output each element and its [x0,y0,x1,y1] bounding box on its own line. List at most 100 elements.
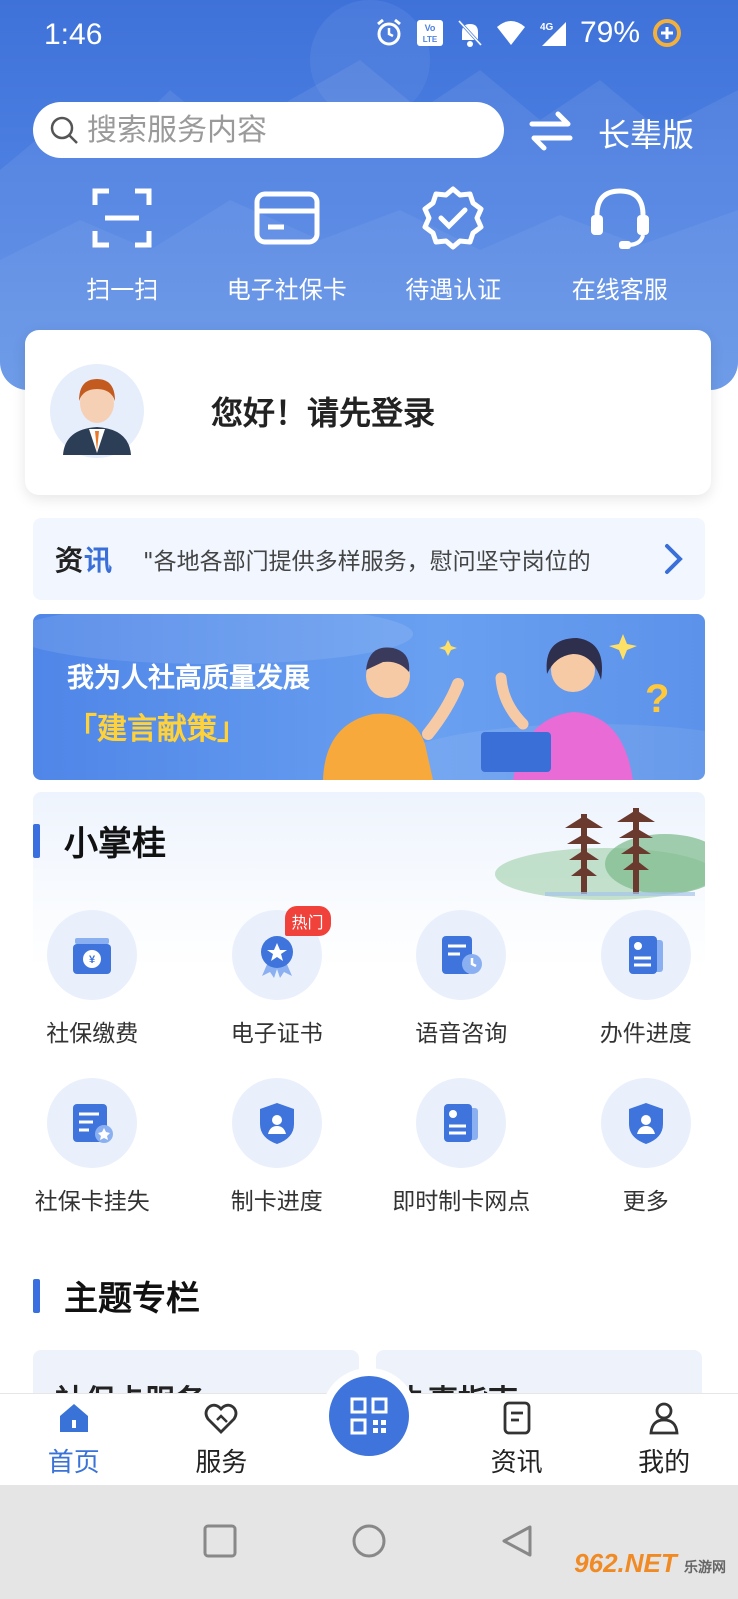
quick-action-scan[interactable]: 扫一扫 [30,180,215,305]
progress-doc-icon [628,936,663,974]
svg-text:?: ? [645,677,669,721]
service-item-label: 社保卡挂失 [34,1189,150,1215]
pagoda-illustration [495,808,705,900]
service-icon-circle: ¥ [47,910,138,1000]
tab-news[interactable]: 资讯 [443,1394,591,1485]
chevron-right-icon[interactable] [663,542,685,576]
service-icon-circle [231,1078,322,1168]
tab-profile[interactable]: 我的 [590,1394,738,1485]
swap-icon[interactable] [528,108,574,154]
service-grid-row-2: 社保卡挂失 制卡进度 即时制卡网点 更多 [0,1078,738,1216]
card-outlet-icon [444,1104,479,1142]
tab-label: 服务 [195,1448,248,1478]
service-icon-circle [416,910,507,1000]
news-tag-prefix: 资 [55,544,85,577]
service-icon [204,1403,238,1434]
section-title-text: 小掌桂 [64,824,166,864]
elder-mode-button[interactable]: 长辈版 [598,110,694,156]
tab-home[interactable]: 首页 [0,1394,148,1485]
service-item-label: 语音咨询 [415,1021,508,1047]
svg-text:LTE: LTE [423,35,438,44]
alarm-icon [377,18,401,46]
section-title-topics: 主题专栏 [33,1271,200,1320]
tab-label: 资讯 [490,1448,543,1478]
service-icon-circle [416,1078,507,1168]
service-item-payment[interactable]: ¥ 社保缴费 [0,910,185,1048]
service-item-label: 电子证书 [230,1021,323,1047]
battery-saver-icon [653,19,681,47]
status-bar: 1:46 Vo LTE 4G 79% [0,0,738,72]
home-button [352,1524,386,1558]
voice-consult-icon [442,936,483,974]
scan-icon [92,188,152,248]
service-item-card-loss[interactable]: 社保卡挂失 [0,1078,185,1216]
service-icon-circle [47,1078,138,1168]
quick-actions: 扫一扫 电子社保卡 待遇认证 在线客服 [0,180,738,305]
hot-badge: 热门 [284,906,331,936]
battery-percent: 79% [579,16,640,49]
status-time: 1:46 [44,18,103,51]
service-item-voice[interactable]: 语音咨询 [369,910,554,1048]
system-nav-buttons [203,1524,532,1558]
service-item-card-outlet[interactable]: 即时制卡网点 [369,1078,554,1216]
service-item-label: 办件进度 [599,1021,692,1047]
login-greeting: 您好！请先登录 [211,394,436,432]
profile-icon [649,1402,679,1435]
card-icon [254,191,320,245]
service-item-card-progress[interactable]: 制卡进度 [185,1078,370,1216]
search-bar[interactable] [33,102,504,158]
section-title-bar [33,1278,40,1313]
qr-code-button[interactable] [329,1376,409,1456]
svg-text:4G: 4G [540,22,554,33]
verified-badge-icon [422,186,484,250]
quick-action-label: 待遇认证 [405,276,502,304]
section-title-xiaozhanggui: 小掌桂 [33,816,166,865]
login-card[interactable]: 您好！请先登录 [25,330,711,495]
mute-icon [457,19,483,47]
news-tag-suffix: 讯 [84,544,114,577]
watermark: 962.NET 乐游网 [574,1548,726,1579]
tab-label: 首页 [47,1448,100,1478]
section-title-text: 主题专栏 [64,1279,200,1319]
quick-action-label: 电子社保卡 [226,276,347,304]
banner-title: 我为人社高质量发展 [67,663,310,694]
quick-action-support[interactable]: 在线客服 [528,180,713,305]
search-input[interactable] [87,112,487,148]
service-item-label: 即时制卡网点 [392,1189,531,1215]
promo-banner[interactable]: ? 我为人社高质量发展 「建言献策」 [33,614,705,780]
service-item-label: 社保缴费 [46,1021,139,1047]
service-grid-row-1: ¥ 社保缴费 热门 电子证书 语音咨询 办件进度 [0,906,738,1048]
service-item-more[interactable]: 更多 [554,1078,738,1216]
headset-icon [590,188,649,249]
service-item-progress[interactable]: 办件进度 [554,910,738,1048]
watermark-sub: 乐游网 [684,1559,726,1575]
news-icon [503,1401,530,1435]
news-text: "各地各部门提供多样服务，慰问坚守岗位的 [143,549,591,575]
volte-icon: Vo LTE [416,20,443,46]
quick-action-verify[interactable]: 待遇认证 [361,180,546,305]
certificate-icon [260,936,293,978]
quick-action-card[interactable]: 电子社保卡 [195,180,380,305]
avatar [50,364,144,458]
wifi-icon [496,21,525,45]
news-ticker[interactable]: 资讯 "各地各部门提供多样服务，慰问坚守岗位的 [33,518,705,600]
system-navigation-bar [0,1485,738,1599]
quick-action-label: 扫一扫 [86,276,159,304]
card-loss-icon [73,1104,114,1143]
section-title-bar [33,823,40,858]
service-icon-circle [600,1078,691,1168]
recents-button [203,1524,237,1558]
service-item-label: 制卡进度 [230,1189,323,1215]
search-icon [50,116,78,144]
service-icon-circle [600,910,691,1000]
banner-illustration: ? [33,614,705,780]
qr-code-icon [350,1397,388,1435]
back-button [502,1525,532,1557]
more-icon [628,1103,663,1144]
signal-4g-icon: 4G [540,22,566,46]
tab-service[interactable]: 服务 [148,1394,296,1485]
home-icon [59,1404,88,1432]
payment-icon: ¥ [73,938,112,974]
service-item-certificate[interactable]: 热门 电子证书 [185,906,370,1048]
svg-text:¥: ¥ [89,954,96,966]
